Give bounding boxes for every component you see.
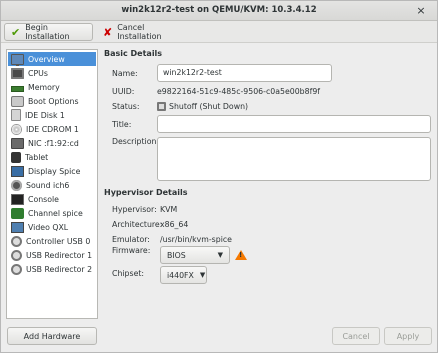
usb-controller-icon [11,235,22,247]
sidebar-item-label: Display Spice [28,166,81,176]
sidebar-item-label: USB Redirector 2 [26,264,93,274]
display-icon [11,165,24,177]
firmware-dropdown[interactable]: BIOS ▼ [160,246,230,264]
sidebar-item-memory[interactable]: Memory [8,80,96,94]
warning-icon: ! [235,250,247,260]
sidebar-item-label: Tablet [25,152,49,162]
uuid-label: UUID: [112,87,135,96]
video-icon [11,221,24,233]
sidebar-item-tablet[interactable]: Tablet [8,150,96,164]
firmware-label: Firmware: [112,246,151,255]
description-field[interactable] [157,137,431,181]
cancel-icon: ✘ [103,25,113,39]
cancel-button[interactable]: Cancel [332,327,380,345]
boot-icon [11,95,24,107]
chipset-value: i440FX [167,270,194,280]
sidebar-item-sound[interactable]: Sound ich6 [8,178,96,192]
sidebar-item-ide-disk-1[interactable]: IDE Disk 1 [8,108,96,122]
sidebar-item-label: USB Redirector 1 [26,250,93,260]
begin-installation-button[interactable]: ✔ Begin Installation [4,23,93,41]
sidebar-item-label: Controller USB 0 [26,236,91,246]
sidebar-item-channel-spice[interactable]: Channel spice [8,206,96,220]
sidebar-item-label: CPUs [28,68,48,78]
usb-redirector-icon [11,263,22,275]
name-field[interactable]: win2k12r2-test [157,64,332,82]
emulator-label: Emulator: [112,235,150,244]
name-label: Name: [112,69,138,78]
sidebar-item-label: IDE Disk 1 [25,110,65,120]
title-bar: win2k12r2-test on QEMU/KVM: 10.3.4.12 × [1,1,437,21]
hypervisor-value: KVM [160,205,178,214]
emulator-value: /usr/bin/kvm-spice [160,235,232,244]
cancel-installation-label: Cancel Installation [117,23,162,41]
sidebar-item-display-spice[interactable]: Display Spice [8,164,96,178]
sidebar-item-overview[interactable]: Overview [8,52,96,66]
overview-panel: Basic Details Name: win2k12r2-test UUID:… [102,45,435,323]
monitor-icon [11,53,24,66]
checkmark-icon: ✔ [11,25,21,39]
title-field[interactable] [157,115,431,133]
sound-icon [11,179,22,191]
sidebar-item-label: Boot Options [28,96,79,106]
sidebar-item-label: Overview [28,54,65,64]
hardware-list: Overview CPUs Memory Boot Options IDE Di… [6,49,98,319]
sidebar-item-usb-redirector-2[interactable]: USB Redirector 2 [8,262,96,276]
channel-icon [11,207,24,219]
nic-icon [11,137,24,149]
architecture-value: x86_64 [160,220,189,229]
memory-icon [11,85,24,92]
title-label: Title: [112,120,132,129]
uuid-value: e9822164-51c9-485c-9506-c0a5e00b8f9f [157,87,321,96]
sidebar-item-label: Sound ich6 [26,180,70,190]
shutoff-icon [157,101,166,111]
add-hardware-button[interactable]: Add Hardware [7,327,97,345]
begin-installation-label: Begin Installation [25,23,70,41]
chipset-dropdown[interactable]: i440FX ▼ [160,266,207,284]
sidebar-item-controller-usb-0[interactable]: Controller USB 0 [8,234,96,248]
status-text: Shutoff (Shut Down) [169,102,249,111]
sidebar-item-video-qxl[interactable]: Video QXL [8,220,96,234]
sidebar-item-label: NIC :f1:92:cd [28,138,79,148]
cdrom-icon [11,123,22,135]
vm-details-window: win2k12r2-test on QEMU/KVM: 10.3.4.12 × … [0,0,438,353]
firmware-value: BIOS [167,250,186,260]
hypervisor-details-heading: Hypervisor Details [104,188,188,197]
basic-details-heading: Basic Details [104,49,163,58]
architecture-label: Architecture: [112,220,163,229]
status-label: Status: [112,102,140,111]
close-icon[interactable]: × [415,5,427,17]
chevron-down-icon: ▼ [199,271,206,279]
status-value: Shutoff (Shut Down) [157,101,249,112]
sidebar-item-label: IDE CDROM 1 [26,124,79,134]
sidebar-item-ide-cdrom-1[interactable]: IDE CDROM 1 [8,122,96,136]
sidebar-item-label: Channel spice [28,208,83,218]
chipset-label: Chipset: [112,269,145,278]
sidebar-item-boot-options[interactable]: Boot Options [8,94,96,108]
toolbar: ✔ Begin Installation ✘ Cancel Installati… [1,21,437,43]
description-label: Description: [112,137,160,146]
apply-button[interactable]: Apply [384,327,432,345]
sidebar-item-cpus[interactable]: CPUs [8,66,96,80]
sidebar-item-nic[interactable]: NIC :f1:92:cd [8,136,96,150]
sidebar-item-usb-redirector-1[interactable]: USB Redirector 1 [8,248,96,262]
tablet-icon [11,151,21,163]
hypervisor-label: Hypervisor: [112,205,157,214]
sidebar-item-label: Console [28,194,59,204]
window-title: win2k12r2-test on QEMU/KVM: 10.3.4.12 [121,5,317,15]
disk-icon [11,109,21,121]
usb-redirector-icon [11,249,22,261]
sidebar-item-console[interactable]: Console [8,192,96,206]
cpu-icon [11,67,24,79]
chevron-down-icon: ▼ [217,251,223,259]
console-icon [11,193,24,205]
sidebar-item-label: Memory [28,82,60,92]
sidebar-item-label: Video QXL [28,222,69,232]
cancel-installation-button[interactable]: ✘ Cancel Installation [97,23,187,41]
